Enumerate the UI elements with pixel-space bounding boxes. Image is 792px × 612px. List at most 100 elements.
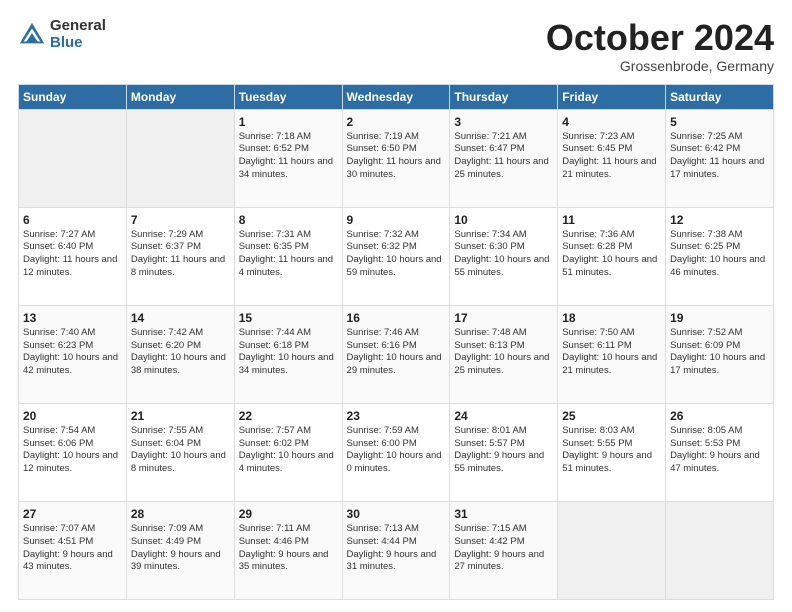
day-number: 23 (347, 409, 446, 423)
cell-sunrise: Sunrise: 7:29 AM (131, 229, 203, 240)
calendar-cell: 23 Sunrise: 7:59 AM Sunset: 6:00 PM Dayl… (342, 403, 450, 501)
day-number: 16 (347, 311, 446, 325)
calendar-cell: 24 Sunrise: 8:01 AM Sunset: 5:57 PM Dayl… (450, 403, 558, 501)
cell-daylight: Daylight: 11 hours and 21 minutes. (562, 156, 656, 180)
calendar-cell: 3 Sunrise: 7:21 AM Sunset: 6:47 PM Dayli… (450, 109, 558, 207)
cell-sunset: Sunset: 6:00 PM (347, 438, 417, 449)
cell-daylight: Daylight: 10 hours and 17 minutes. (670, 352, 765, 376)
cell-sunrise: Sunrise: 7:27 AM (23, 229, 95, 240)
day-number: 1 (239, 115, 338, 129)
cell-sunrise: Sunrise: 7:36 AM (562, 229, 634, 240)
day-number: 26 (670, 409, 769, 423)
calendar-cell: 25 Sunrise: 8:03 AM Sunset: 5:55 PM Dayl… (558, 403, 666, 501)
calendar-cell: 19 Sunrise: 7:52 AM Sunset: 6:09 PM Dayl… (666, 305, 774, 403)
cell-sunset: Sunset: 5:57 PM (454, 438, 524, 449)
calendar-cell (126, 109, 234, 207)
cell-daylight: Daylight: 10 hours and 0 minutes. (347, 450, 442, 474)
col-monday: Monday (126, 84, 234, 109)
col-thursday: Thursday (450, 84, 558, 109)
cell-daylight: Daylight: 10 hours and 21 minutes. (562, 352, 657, 376)
cell-sunrise: Sunrise: 7:38 AM (670, 229, 742, 240)
cell-sunset: Sunset: 6:16 PM (347, 340, 417, 351)
cell-daylight: Daylight: 10 hours and 12 minutes. (23, 450, 118, 474)
calendar-cell: 18 Sunrise: 7:50 AM Sunset: 6:11 PM Dayl… (558, 305, 666, 403)
day-number: 30 (347, 507, 446, 521)
cell-daylight: Daylight: 11 hours and 25 minutes. (454, 156, 548, 180)
day-number: 17 (454, 311, 553, 325)
day-number: 22 (239, 409, 338, 423)
day-number: 6 (23, 213, 122, 227)
cell-daylight: Daylight: 10 hours and 46 minutes. (670, 254, 765, 278)
day-number: 31 (454, 507, 553, 521)
page: General Blue October 2024 Grossenbrode, … (0, 0, 792, 612)
cell-sunrise: Sunrise: 7:46 AM (347, 327, 419, 338)
calendar-cell (558, 501, 666, 599)
calendar-cell: 17 Sunrise: 7:48 AM Sunset: 6:13 PM Dayl… (450, 305, 558, 403)
calendar-cell: 6 Sunrise: 7:27 AM Sunset: 6:40 PM Dayli… (19, 207, 127, 305)
calendar-week-4: 27 Sunrise: 7:07 AM Sunset: 4:51 PM Dayl… (19, 501, 774, 599)
calendar-week-3: 20 Sunrise: 7:54 AM Sunset: 6:06 PM Dayl… (19, 403, 774, 501)
cell-sunrise: Sunrise: 7:42 AM (131, 327, 203, 338)
cell-sunset: Sunset: 6:06 PM (23, 438, 93, 449)
day-number: 28 (131, 507, 230, 521)
cell-daylight: Daylight: 11 hours and 12 minutes. (23, 254, 117, 278)
cell-sunrise: Sunrise: 7:54 AM (23, 425, 95, 436)
cell-sunrise: Sunrise: 7:34 AM (454, 229, 526, 240)
col-wednesday: Wednesday (342, 84, 450, 109)
cell-sunset: Sunset: 6:25 PM (670, 241, 740, 252)
day-number: 7 (131, 213, 230, 227)
cell-daylight: Daylight: 10 hours and 8 minutes. (131, 450, 226, 474)
calendar-cell: 29 Sunrise: 7:11 AM Sunset: 4:46 PM Dayl… (234, 501, 342, 599)
day-number: 29 (239, 507, 338, 521)
day-number: 24 (454, 409, 553, 423)
cell-daylight: Daylight: 9 hours and 27 minutes. (454, 549, 544, 573)
cell-daylight: Daylight: 9 hours and 39 minutes. (131, 549, 221, 573)
day-number: 4 (562, 115, 661, 129)
calendar-cell: 16 Sunrise: 7:46 AM Sunset: 6:16 PM Dayl… (342, 305, 450, 403)
calendar-cell: 11 Sunrise: 7:36 AM Sunset: 6:28 PM Dayl… (558, 207, 666, 305)
day-number: 21 (131, 409, 230, 423)
col-friday: Friday (558, 84, 666, 109)
calendar-cell: 8 Sunrise: 7:31 AM Sunset: 6:35 PM Dayli… (234, 207, 342, 305)
calendar-week-0: 1 Sunrise: 7:18 AM Sunset: 6:52 PM Dayli… (19, 109, 774, 207)
col-saturday: Saturday (666, 84, 774, 109)
day-number: 15 (239, 311, 338, 325)
calendar-cell: 28 Sunrise: 7:09 AM Sunset: 4:49 PM Dayl… (126, 501, 234, 599)
location: Grossenbrode, Germany (546, 58, 774, 74)
cell-daylight: Daylight: 11 hours and 17 minutes. (670, 156, 764, 180)
day-number: 19 (670, 311, 769, 325)
calendar-table: Sunday Monday Tuesday Wednesday Thursday… (18, 84, 774, 600)
cell-sunrise: Sunrise: 7:32 AM (347, 229, 419, 240)
cell-daylight: Daylight: 11 hours and 34 minutes. (239, 156, 333, 180)
col-tuesday: Tuesday (234, 84, 342, 109)
cell-sunrise: Sunrise: 7:52 AM (670, 327, 742, 338)
cell-daylight: Daylight: 11 hours and 30 minutes. (347, 156, 441, 180)
calendar-cell: 4 Sunrise: 7:23 AM Sunset: 6:45 PM Dayli… (558, 109, 666, 207)
cell-sunrise: Sunrise: 7:13 AM (347, 523, 419, 534)
calendar-cell: 1 Sunrise: 7:18 AM Sunset: 6:52 PM Dayli… (234, 109, 342, 207)
calendar-week-1: 6 Sunrise: 7:27 AM Sunset: 6:40 PM Dayli… (19, 207, 774, 305)
day-number: 14 (131, 311, 230, 325)
cell-sunrise: Sunrise: 7:18 AM (239, 131, 311, 142)
cell-sunset: Sunset: 6:13 PM (454, 340, 524, 351)
cell-daylight: Daylight: 9 hours and 35 minutes. (239, 549, 329, 573)
cell-sunset: Sunset: 6:02 PM (239, 438, 309, 449)
cell-sunset: Sunset: 6:35 PM (239, 241, 309, 252)
cell-daylight: Daylight: 10 hours and 29 minutes. (347, 352, 442, 376)
cell-daylight: Daylight: 9 hours and 43 minutes. (23, 549, 113, 573)
cell-sunrise: Sunrise: 7:11 AM (239, 523, 311, 534)
cell-daylight: Daylight: 10 hours and 34 minutes. (239, 352, 334, 376)
cell-sunrise: Sunrise: 7:15 AM (454, 523, 526, 534)
calendar-week-2: 13 Sunrise: 7:40 AM Sunset: 6:23 PM Dayl… (19, 305, 774, 403)
cell-daylight: Daylight: 9 hours and 51 minutes. (562, 450, 652, 474)
cell-sunset: Sunset: 6:28 PM (562, 241, 632, 252)
cell-daylight: Daylight: 10 hours and 4 minutes. (239, 450, 334, 474)
calendar-cell: 27 Sunrise: 7:07 AM Sunset: 4:51 PM Dayl… (19, 501, 127, 599)
calendar-cell: 22 Sunrise: 7:57 AM Sunset: 6:02 PM Dayl… (234, 403, 342, 501)
calendar-cell (666, 501, 774, 599)
calendar-cell: 12 Sunrise: 7:38 AM Sunset: 6:25 PM Dayl… (666, 207, 774, 305)
day-number: 25 (562, 409, 661, 423)
logo-icon (18, 21, 46, 49)
cell-daylight: Daylight: 10 hours and 25 minutes. (454, 352, 549, 376)
cell-sunrise: Sunrise: 7:21 AM (454, 131, 526, 142)
